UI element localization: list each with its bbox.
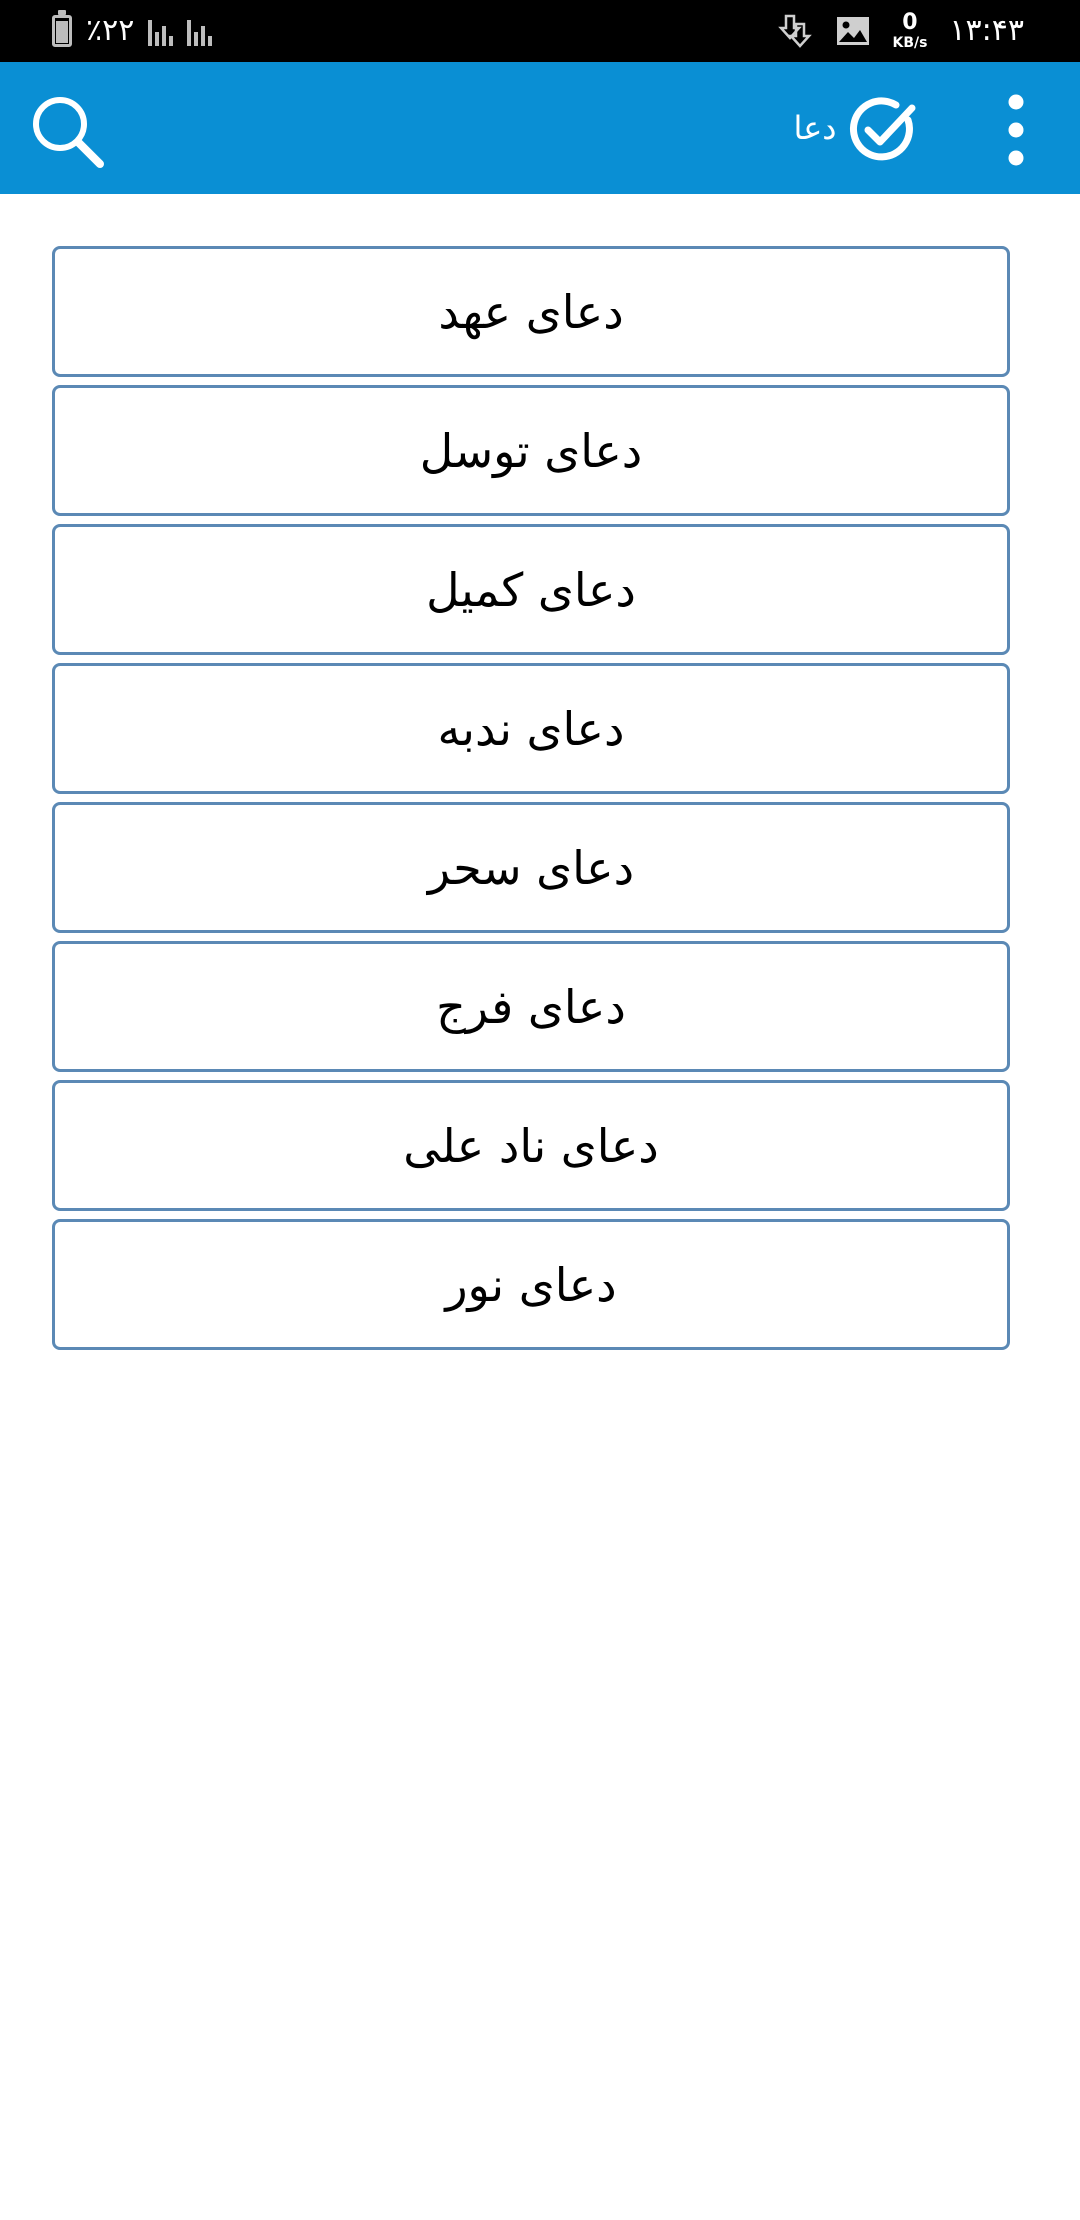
dua-item-label: دعای فرج (436, 979, 626, 1034)
dua-item-faraj[interactable]: دعای فرج (52, 941, 1010, 1072)
dua-item-nudba[interactable]: دعای ندبه (52, 663, 1010, 794)
net-speed-value: 0 (902, 10, 918, 35)
signal-icon (148, 16, 174, 46)
battery-icon (52, 10, 72, 47)
app-bar: دعا (0, 62, 1080, 194)
download-notification-icon (778, 14, 813, 48)
dua-item-sahar[interactable]: دعای سحر (52, 802, 1010, 933)
status-bar: ٪۲۲ 0 KB/s ۱۳:۴۳ (0, 0, 1080, 62)
check-circle-icon[interactable] (848, 94, 920, 166)
dua-item-ahd[interactable]: دعای عهد (52, 246, 1010, 377)
dua-item-label: دعای ندبه (437, 701, 625, 756)
battery-percent: ٪۲۲ (86, 13, 135, 48)
signal-icon-2 (187, 16, 213, 46)
dua-item-kumayl[interactable]: دعای کمیل (52, 524, 1010, 655)
dua-item-label: دعای کمیل (426, 562, 636, 617)
dua-list: دعای عهد دعای توسل دعای کمیل دعای ندبه د… (52, 246, 1010, 1358)
status-bar-right: 0 KB/s ۱۳:۴۳ (778, 0, 1024, 62)
more-vert-icon[interactable] (996, 92, 1036, 168)
clock: ۱۳:۴۳ (949, 13, 1024, 48)
search-icon[interactable] (28, 92, 108, 172)
net-speed: 0 KB/s (892, 10, 928, 51)
dua-item-label: دعای ناد علی (403, 1118, 659, 1173)
dua-item-label: دعای سحر (427, 840, 635, 895)
dua-item-noor[interactable]: دعای نور (52, 1219, 1010, 1350)
status-bar-left: ٪۲۲ (52, 0, 213, 62)
dua-item-nad-ali[interactable]: دعای ناد علی (52, 1080, 1010, 1211)
dua-item-tavassol[interactable]: دعای توسل (52, 385, 1010, 516)
net-speed-unit: KB/s (892, 35, 928, 51)
dua-item-label: دعای توسل (419, 423, 643, 478)
dua-item-label: دعای نور (445, 1257, 617, 1312)
image-notification-icon (837, 17, 870, 45)
dua-item-label: دعای عهد (438, 284, 624, 339)
